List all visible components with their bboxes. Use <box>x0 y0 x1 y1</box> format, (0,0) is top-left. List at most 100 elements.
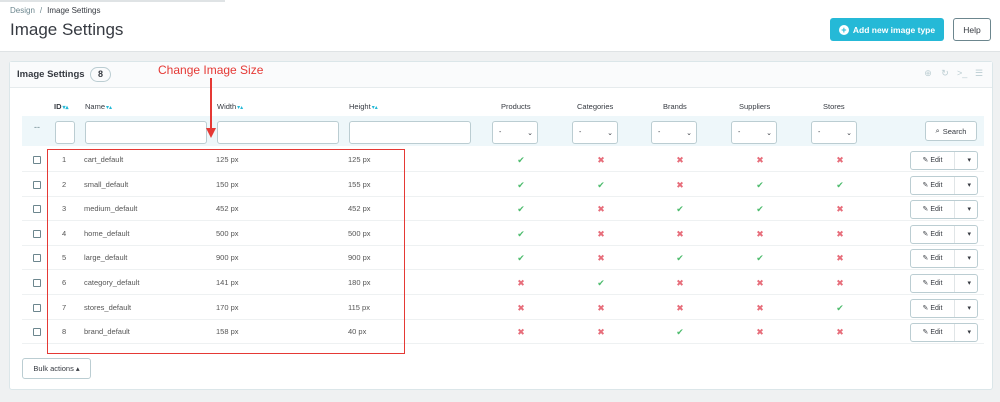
refresh-icon[interactable]: ↻ <box>940 68 950 78</box>
search-button[interactable]: ⌕ Search <box>925 121 977 141</box>
col-suppliers-header: Suppliers <box>739 102 771 111</box>
edit-label: Edit <box>930 255 943 263</box>
col-name-header[interactable]: Name▾▴ <box>85 102 112 111</box>
products-check-icon: ✔ <box>517 228 525 239</box>
panel-tools: ⊕ ↻ >_ ☰ <box>923 68 984 78</box>
products-cross-icon: ✖ <box>517 327 525 338</box>
row-checkbox[interactable] <box>33 205 41 214</box>
row-actions: ✎ Edit ▾ <box>910 200 978 220</box>
stores-check-icon: ✔ <box>836 179 844 190</box>
actions-dropdown-icon[interactable]: ▾ <box>967 324 971 341</box>
edit-button[interactable]: ✎ Edit <box>911 225 955 243</box>
row-actions: ✎ Edit ▾ <box>910 249 978 269</box>
suppliers-check-icon: ✔ <box>756 204 764 215</box>
edit-label: Edit <box>930 329 943 337</box>
row-checkbox[interactable] <box>33 229 41 238</box>
row-checkbox[interactable] <box>33 254 41 263</box>
row-checkbox[interactable] <box>33 180 41 189</box>
plus-circle-icon: + <box>838 24 849 35</box>
sort-icon[interactable]: ▾▴ <box>372 105 378 111</box>
annotation-label: Change Image Size <box>158 63 264 77</box>
filter-products-value: - <box>499 129 502 136</box>
categories-cross-icon: ✖ <box>597 302 605 313</box>
suppliers-cross-icon: ✖ <box>756 278 764 288</box>
stores-cross-icon: ✖ <box>836 253 844 264</box>
bulk-actions-button[interactable]: Bulk actions ▴ <box>22 358 91 379</box>
add-image-type-label: Add new image type <box>852 24 936 35</box>
filter-products-select[interactable]: - ⌄ <box>492 121 538 144</box>
actions-dropdown-icon[interactable]: ▾ <box>967 201 971 218</box>
categories-cross-icon: ✖ <box>597 327 605 338</box>
sort-icon[interactable]: ▾▴ <box>63 105 69 111</box>
edit-label: Edit <box>930 304 943 312</box>
categories-cross-icon: ✖ <box>597 228 605 239</box>
suppliers-check-icon: ✔ <box>756 179 764 190</box>
products-check-icon: ✔ <box>517 179 525 190</box>
edit-button[interactable]: ✎ Edit <box>911 152 955 169</box>
stores-cross-icon: ✖ <box>836 155 844 165</box>
filter-categories-select[interactable]: - ⌄ <box>572 121 618 144</box>
col-height-header[interactable]: Height▾▴ <box>349 102 378 111</box>
stores-cross-icon: ✖ <box>836 204 844 215</box>
pencil-icon: ✎ <box>922 157 929 164</box>
suppliers-check-icon: ✔ <box>756 253 764 264</box>
col-name-label: Name <box>85 102 106 111</box>
filter-name-input[interactable] <box>85 121 207 144</box>
categories-check-icon: ✔ <box>597 179 605 190</box>
row-checkbox[interactable] <box>33 328 41 337</box>
actions-dropdown-icon[interactable]: ▾ <box>967 177 971 194</box>
sort-icon[interactable]: ▾▴ <box>106 105 112 111</box>
filter-height-input[interactable] <box>349 121 471 144</box>
edit-button[interactable]: ✎ Edit <box>911 176 955 194</box>
row-checkbox[interactable] <box>33 156 41 164</box>
col-products-header: Products <box>501 102 531 111</box>
actions-dropdown-icon[interactable]: ▾ <box>967 152 971 169</box>
row-checkbox[interactable] <box>33 279 41 287</box>
add-image-type-button[interactable]: + Add new image type <box>830 18 944 41</box>
suppliers-cross-icon: ✖ <box>756 302 764 313</box>
page-header: Design / Image Settings Image Settings + A… <box>0 0 1000 52</box>
filter-categories-value: - <box>579 129 582 136</box>
edit-button[interactable]: ✎ Edit <box>911 275 955 292</box>
row-actions: ✎ Edit ▾ <box>910 224 978 244</box>
actions-dropdown-icon[interactable]: ▾ <box>967 275 971 292</box>
sql-query-icon[interactable]: >_ <box>957 68 967 78</box>
pencil-icon: ✎ <box>922 280 929 287</box>
filter-brands-value: - <box>658 129 661 136</box>
edit-button[interactable]: ✎ Edit <box>911 201 955 219</box>
filter-stores-select[interactable]: - ⌄ <box>811 121 857 144</box>
annotation-arrowhead <box>206 128 216 138</box>
actions-dropdown-icon[interactable]: ▾ <box>967 226 971 243</box>
edit-button[interactable]: ✎ Edit <box>911 324 955 342</box>
filter-suppliers-value: - <box>738 129 741 136</box>
brands-check-icon: ✔ <box>676 204 684 215</box>
select-caret-icon: ⌄ <box>766 130 772 137</box>
products-cross-icon: ✖ <box>517 278 525 288</box>
select-caret-icon: ⌄ <box>607 130 613 137</box>
edit-button[interactable]: ✎ Edit <box>911 299 955 317</box>
breadcrumb-separator: / <box>39 6 43 15</box>
stores-cross-icon: ✖ <box>836 228 844 239</box>
panel-count-badge: 8 <box>90 67 111 82</box>
col-height-label: Height <box>349 102 371 111</box>
brands-cross-icon: ✖ <box>676 302 684 313</box>
edit-button[interactable]: ✎ Edit <box>911 250 955 268</box>
actions-dropdown-icon[interactable]: ▾ <box>967 250 971 267</box>
actions-dropdown-icon[interactable]: ▾ <box>967 300 971 317</box>
filter-suppliers-select[interactable]: - ⌄ <box>731 121 777 144</box>
help-button[interactable]: Help <box>953 18 991 41</box>
filter-stores-value: - <box>818 129 821 136</box>
stores-cross-icon: ✖ <box>836 327 844 338</box>
breadcrumb-design[interactable]: Design <box>10 6 35 15</box>
col-id-header[interactable]: ID▾▴ <box>54 102 69 111</box>
filter-brands-select[interactable]: - ⌄ <box>651 121 697 144</box>
sort-icon[interactable]: ▾▴ <box>237 105 243 111</box>
col-width-header[interactable]: Width▾▴ <box>217 102 243 111</box>
search-label: Search <box>942 126 967 136</box>
database-export-icon[interactable]: ☰ <box>974 68 984 78</box>
categories-cross-icon: ✖ <box>597 253 605 264</box>
row-checkbox[interactable] <box>33 303 41 312</box>
filter-id-input[interactable] <box>55 121 75 144</box>
filter-width-input[interactable] <box>217 121 339 144</box>
add-new-icon[interactable]: ⊕ <box>923 68 933 78</box>
